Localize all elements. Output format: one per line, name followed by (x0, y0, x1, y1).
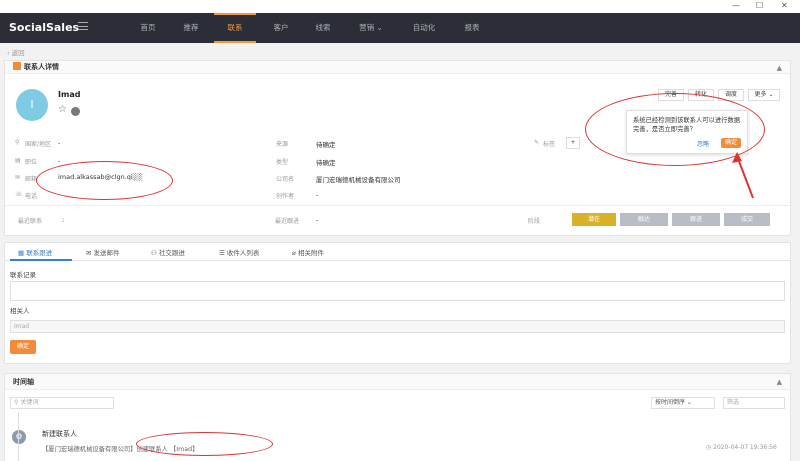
menu-toggle-icon[interactable] (78, 22, 88, 30)
minimize-button[interactable]: — (732, 1, 740, 10)
nav-item-customers[interactable]: 客户 (263, 13, 299, 43)
submit-button[interactable]: 确定 (10, 340, 36, 354)
recent-followup-label: 最近跟进 (275, 218, 300, 225)
field-label-source: 来源 (276, 141, 289, 148)
field-label-creator: 创作者 (276, 193, 295, 200)
calendar-icon: ▦ (18, 249, 27, 257)
tab-send-email[interactable]: ✉ 发送邮件 (86, 246, 120, 260)
recent-followup-value: - (316, 216, 319, 224)
briefcase-icon: ▤ (15, 157, 21, 164)
envelope-icon: ✉ (86, 249, 94, 257)
tab-label: 发送邮件 (93, 249, 120, 257)
field-label-type: 类型 (276, 159, 289, 166)
field-label-region: 国家/地区 (25, 141, 52, 148)
nav-item-contacts[interactable]: 联系 (214, 13, 256, 43)
stage-followup[interactable]: 跟进 (672, 213, 720, 226)
recent-contact-value: : (62, 216, 65, 224)
divider (5, 205, 790, 206)
timeline-header: 时间轴 (5, 374, 790, 390)
field-value-source: 待确定 (316, 141, 336, 149)
timeline-line (18, 412, 19, 461)
maximize-button[interactable]: ☐ (756, 1, 763, 10)
timeline-filter-input[interactable]: 筛选 (723, 397, 785, 409)
contact-panel-title: 联系人详情 (24, 63, 59, 71)
nav-item-reports[interactable]: 报表 (454, 13, 490, 43)
more-button[interactable]: 更多 ⌄ (748, 89, 780, 101)
gear-icon: ⚙ (12, 430, 26, 444)
field-value-region: - (58, 139, 61, 147)
collapse-icon[interactable]: ▲ (777, 64, 782, 72)
clock-icon[interactable] (71, 107, 80, 116)
close-button[interactable]: ✕ (781, 1, 788, 10)
stage-label: 阶段 (528, 218, 541, 225)
app-logo: SocialSales (9, 21, 80, 34)
field-value-type: 待确定 (316, 159, 336, 167)
top-nav: SocialSales 首页 推荐 联系 客户 线索 营销 ⌄ 自动化 报表 (0, 13, 800, 43)
active-tab-underline (10, 259, 72, 261)
users-icon: ⚇ (151, 249, 159, 257)
timeline-search-input[interactable]: ⚲ 关键词 (10, 397, 114, 409)
field-value-creator: - (316, 191, 319, 199)
star-icon[interactable]: ☆ (58, 104, 67, 115)
list-icon: ☰ (219, 249, 227, 257)
stage-potential[interactable]: 潜在 (572, 213, 616, 226)
record-label: 联系记录 (10, 271, 36, 279)
field-value-company[interactable]: 厦门宏瑞德机械设备有限公司 (316, 174, 401, 184)
tab-social-followup[interactable]: ⚇ 社交跟进 (151, 246, 185, 260)
search-placeholder: 关键词 (20, 399, 39, 406)
nav-item-automation[interactable]: 自动化 (404, 13, 444, 43)
mail-icon: ✉ (15, 174, 21, 181)
phone-icon: ☏ (15, 191, 23, 198)
contact-panel-header: 联系人详情 (5, 61, 790, 74)
timeline-entry-time: ◷ 2020-04-07 19:36:56 (706, 444, 777, 451)
field-label-phone: 电话 (25, 193, 38, 200)
window-titlebar: — ☐ ✕ (0, 0, 800, 13)
nav-item-leads[interactable]: 线索 (305, 13, 341, 43)
stage-reach[interactable]: 触达 (620, 213, 668, 226)
timeline-collapse-icon[interactable]: ▲ (777, 378, 782, 386)
nav-item-marketing[interactable]: 营销 ⌄ (348, 13, 394, 43)
contact-card-icon (13, 62, 21, 70)
highlight-email (36, 161, 173, 200)
highlight-timeline-entry (136, 432, 273, 456)
add-tag-button[interactable]: + (566, 137, 580, 149)
tab-recipient-list[interactable]: ☰ 收件人列表 (219, 246, 259, 260)
tab-label: 收件人列表 (226, 249, 260, 257)
related-person-input[interactable]: Imad (10, 320, 785, 333)
field-value-position: - (58, 157, 61, 165)
record-textarea[interactable] (10, 281, 785, 301)
tabs-divider (4, 260, 791, 261)
tag-icon: ✎ (534, 139, 540, 146)
field-label-company: 公司名 (276, 176, 295, 183)
red-arrow-icon (732, 152, 754, 199)
tab-attachments[interactable]: ⌀ 相关附件 (292, 246, 324, 260)
back-link[interactable]: ‹ 返回 (7, 47, 25, 57)
timeline-sort-select[interactable]: 按时间倒序 ⌄ (651, 397, 715, 409)
related-label: 相关人 (10, 307, 30, 315)
avatar: I (16, 89, 48, 121)
nav-item-recommend[interactable]: 推荐 (173, 13, 209, 43)
nav-item-home[interactable]: 首页 (130, 13, 166, 43)
stage-deal[interactable]: 成交 (724, 213, 770, 226)
tab-label: 联系跟进 (26, 249, 53, 257)
contact-name: Imad (58, 90, 81, 99)
tab-label: 相关附件 (297, 249, 324, 257)
field-label-position: 职位 (25, 159, 38, 166)
tag-label: 标签 (543, 141, 556, 148)
location-icon: ⚲ (15, 139, 20, 146)
recent-contact-label: 最近联系 (18, 218, 43, 225)
timeline-entry-title: 新建联系人 (42, 430, 77, 438)
tab-contact-followup[interactable]: ▦ 联系跟进 (18, 246, 52, 260)
tab-label: 社交跟进 (158, 249, 185, 257)
